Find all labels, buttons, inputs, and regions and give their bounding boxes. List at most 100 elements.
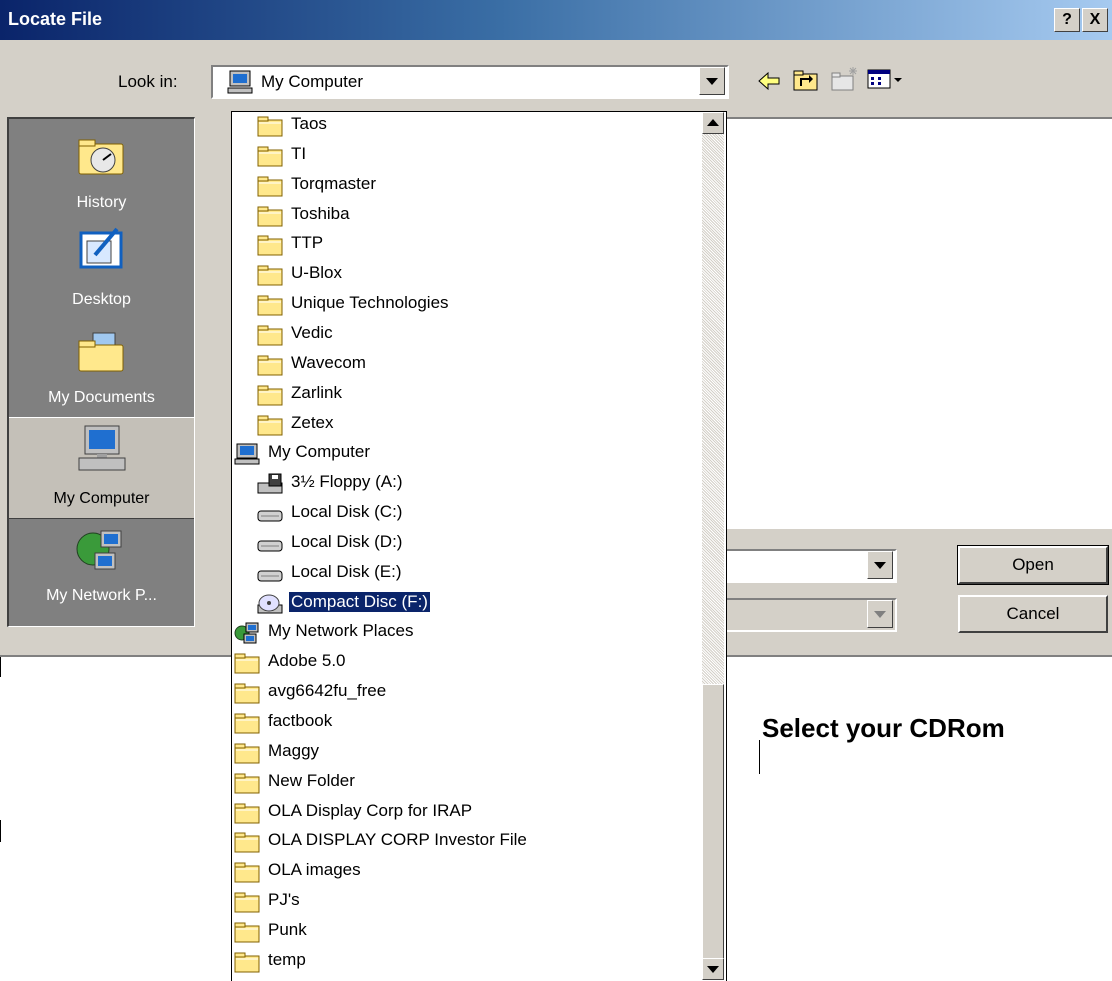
desktop-icon	[79, 227, 123, 269]
folder-icon	[234, 712, 260, 734]
cancel-button[interactable]: Cancel	[958, 595, 1108, 633]
folder-icon	[234, 921, 260, 943]
chevron-down-icon	[874, 562, 886, 569]
title-bar[interactable]: Locate File ? X	[0, 0, 1112, 40]
up-folder-icon[interactable]	[792, 68, 820, 92]
dropdown-item-label: avg6642fu_free	[268, 681, 387, 701]
my-documents-icon	[78, 332, 124, 372]
dropdown-item-label: My Computer	[268, 442, 371, 462]
dropdown-item-label: TI	[291, 143, 307, 163]
folder-icon	[234, 772, 260, 794]
dropdown-item-label: OLA images	[268, 860, 361, 880]
dropdown-item-label: TTP	[291, 233, 324, 253]
history-icon	[78, 139, 124, 175]
dropdown-item-label: Maggy	[268, 740, 320, 760]
place-my-documents-label: My Documents	[48, 389, 155, 406]
folder-icon	[257, 205, 283, 227]
network-icon	[234, 622, 260, 644]
dropdown-item-label: Zarlink	[291, 382, 343, 402]
place-my-network-label: My Network P...	[46, 587, 157, 604]
dropdown-item-label: Unique Technologies	[291, 293, 449, 313]
folder-icon	[257, 294, 283, 316]
scroll-up-button[interactable]	[702, 112, 724, 134]
folder-icon	[257, 175, 283, 197]
dropdown-item-label: Taos	[291, 114, 327, 133]
dropdown-item-label: U-Blox	[291, 263, 343, 283]
dropdown-item-label: New Folder	[268, 770, 355, 790]
folder-icon	[234, 802, 260, 824]
disk-icon	[257, 503, 283, 525]
close-button[interactable]: X	[1082, 8, 1108, 32]
places-bar: History Desktop My Documents My Computer…	[7, 117, 195, 627]
file-list-area[interactable]	[715, 117, 1112, 529]
folder-icon	[234, 682, 260, 704]
place-my-computer[interactable]: My Computer	[9, 417, 194, 519]
folder-icon	[234, 951, 260, 973]
floppy-icon	[257, 473, 283, 495]
dropdown-item-label: PJ's	[268, 890, 300, 910]
file-name-dropdown-button[interactable]	[867, 551, 893, 579]
chevron-up-icon	[707, 119, 719, 126]
chevron-down-icon	[706, 78, 718, 85]
dropdown-item-label: OLA Display Corp for IRAP	[268, 800, 473, 820]
new-folder-icon[interactable]	[830, 66, 860, 92]
look-in-combobox[interactable]: My Computer	[211, 65, 729, 99]
folder-icon	[234, 831, 260, 853]
file-type-combobox[interactable]	[715, 598, 897, 632]
disk-icon	[257, 533, 283, 555]
dropdown-scrollbar[interactable]	[702, 112, 724, 980]
folder-icon	[257, 414, 283, 436]
divider	[759, 740, 760, 774]
dropdown-item-label: Torqmaster	[291, 173, 377, 193]
dropdown-item-label: Punk	[268, 919, 307, 939]
dropdown-item-label: My Network Places	[268, 621, 414, 641]
help-button[interactable]: ?	[1054, 8, 1080, 32]
folder-icon	[257, 115, 283, 137]
folder-icon	[234, 742, 260, 764]
dropdown-item-label: factbook	[268, 711, 333, 730]
dropdown-item-label: temp	[268, 949, 306, 969]
folder-icon	[234, 891, 260, 913]
place-history-label: History	[76, 194, 127, 211]
folder-icon	[257, 324, 283, 346]
folder-icon	[257, 354, 283, 376]
dropdown-item-label: OLA DISPLAY CORP Investor File	[268, 830, 527, 850]
look-in-dropdown-list[interactable]: Taos TI Torqmaster Toshiba TTP U-Blox Unique T…	[231, 111, 727, 981]
place-history[interactable]: History	[9, 124, 194, 224]
cd-icon	[257, 593, 283, 615]
dialog-title: Locate File	[8, 9, 103, 29]
dropdown-item-label: Adobe 5.0	[268, 651, 346, 671]
chevron-down-icon	[874, 611, 886, 618]
instruction-caption: Select your CDRom	[762, 713, 1005, 743]
folder-icon	[257, 145, 283, 167]
open-button[interactable]: Open	[957, 545, 1109, 585]
dropdown-item-label: Compact Disc (F:)	[288, 590, 431, 613]
divider	[0, 820, 1, 842]
look-in-dropdown-button[interactable]	[699, 67, 725, 95]
back-arrow-icon[interactable]	[757, 70, 783, 92]
network-icon	[76, 530, 122, 570]
scroll-thumb[interactable]	[702, 684, 724, 960]
scroll-down-button[interactable]	[702, 958, 724, 980]
place-my-computer-label: My Computer	[53, 490, 150, 507]
divider	[0, 657, 1, 677]
place-desktop-label: Desktop	[72, 291, 131, 308]
file-type-dropdown-button[interactable]	[867, 600, 893, 628]
look-in-value: My Computer	[261, 72, 364, 91]
dropdown-item-label: Wavecom	[291, 352, 366, 372]
dropdown-item-label: Local Disk (C:)	[291, 502, 403, 522]
dropdown-item-label: Vedic	[291, 322, 333, 342]
place-my-documents[interactable]: My Documents	[9, 319, 194, 419]
disk-icon	[257, 563, 283, 585]
my-computer-icon	[78, 425, 126, 471]
dropdown-item-label: Zetex	[291, 412, 334, 432]
dropdown-item-label: Local Disk (E:)	[291, 561, 402, 581]
my-computer-icon	[227, 70, 253, 94]
folder-icon	[234, 861, 260, 883]
view-menu-icon[interactable]	[867, 68, 907, 90]
look-in-label: Look in:	[118, 72, 178, 91]
place-desktop[interactable]: Desktop	[9, 219, 194, 319]
place-my-network[interactable]: My Network P...	[9, 519, 194, 619]
file-name-combobox[interactable]	[715, 549, 897, 583]
folder-icon	[257, 264, 283, 286]
